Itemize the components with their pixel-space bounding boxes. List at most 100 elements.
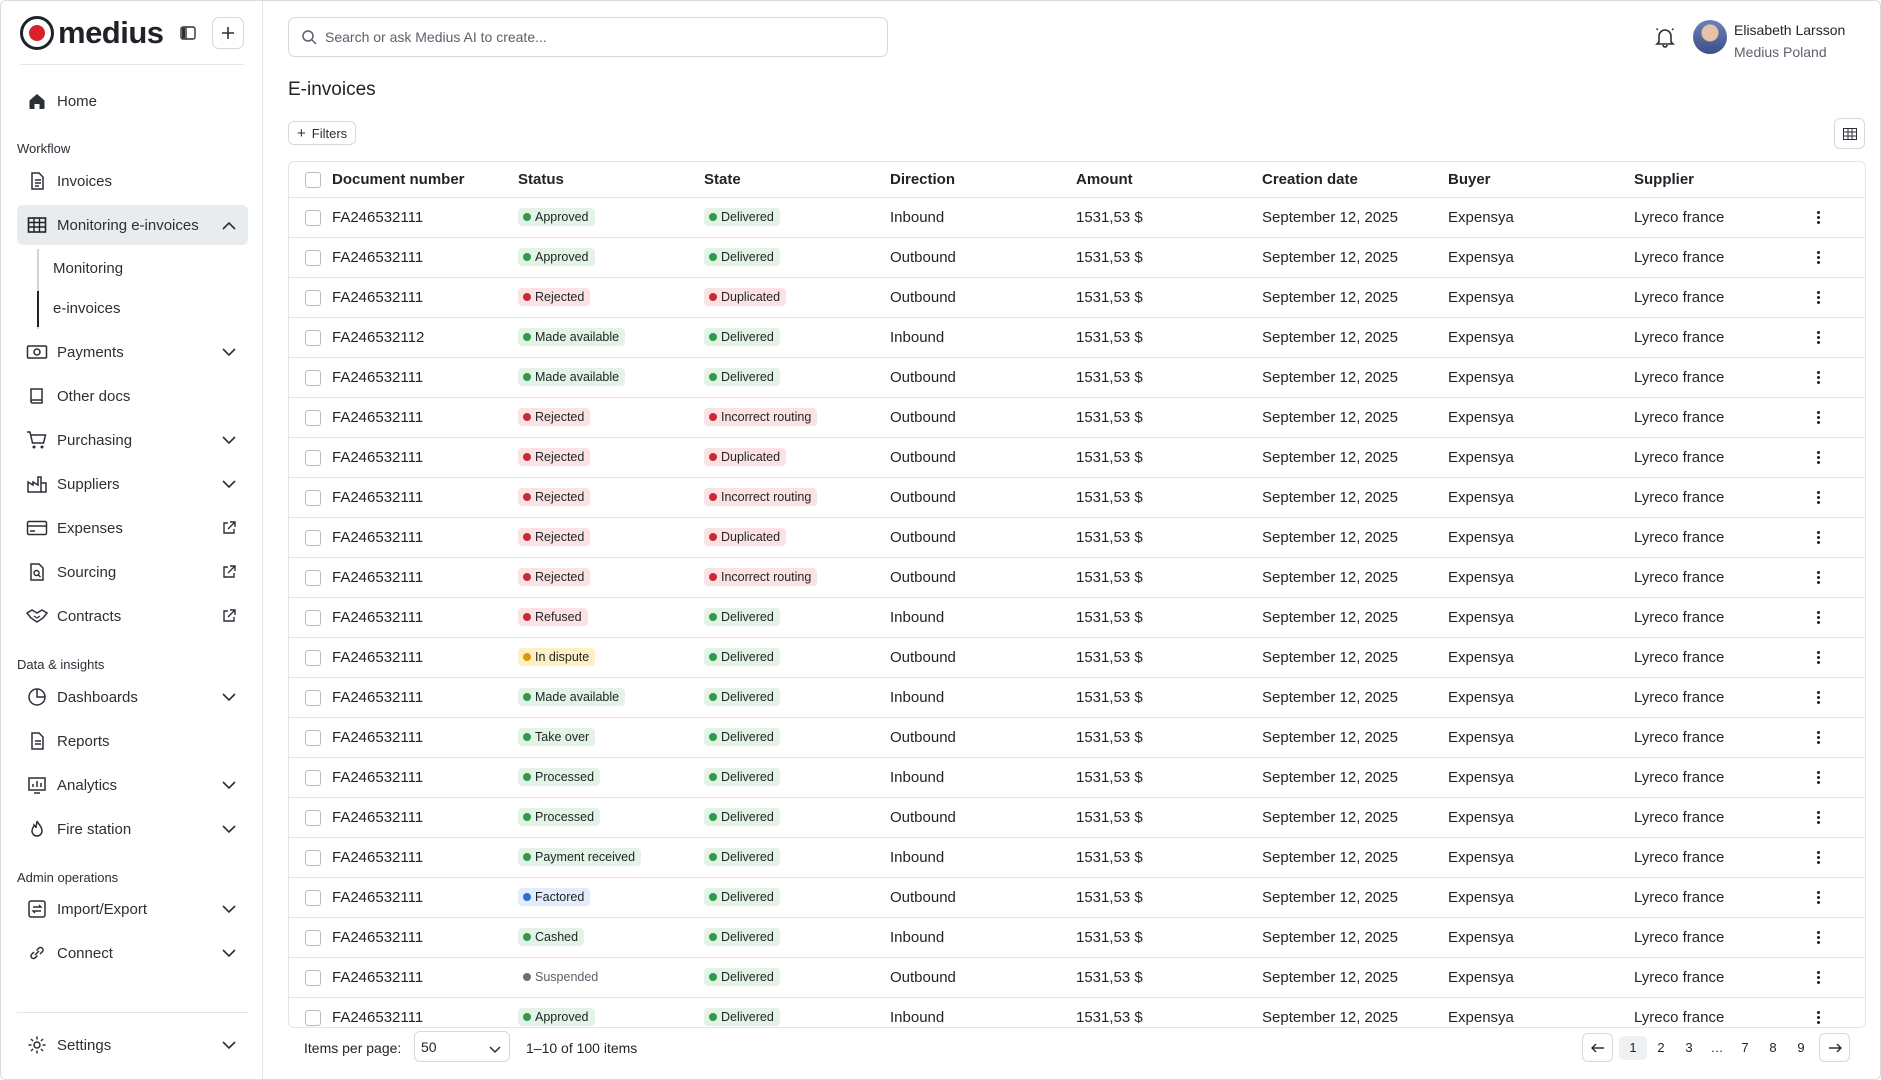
row-checkbox[interactable] bbox=[305, 849, 321, 866]
row-checkbox[interactable] bbox=[305, 529, 321, 546]
brand-logo[interactable]: medius bbox=[20, 15, 164, 51]
table-row[interactable]: FA246532111 Payment received Delivered Inbo… bbox=[289, 837, 1865, 878]
sidebar-item-sourcing[interactable]: Sourcing bbox=[17, 552, 248, 592]
filters-button[interactable]: + Filters bbox=[288, 121, 357, 145]
previous-page-button[interactable] bbox=[1582, 1033, 1613, 1062]
more-vertical-icon[interactable] bbox=[1810, 489, 1826, 505]
row-checkbox[interactable] bbox=[305, 369, 321, 386]
row-checkbox[interactable] bbox=[305, 649, 321, 666]
sidebar-item-contracts[interactable]: Contracts bbox=[17, 596, 248, 636]
row-checkbox[interactable] bbox=[305, 689, 321, 706]
sidebar-item-analytics[interactable]: Analytics bbox=[17, 765, 248, 805]
sidebar-item-invoices[interactable]: Invoices bbox=[17, 161, 248, 201]
more-vertical-icon[interactable] bbox=[1810, 969, 1826, 985]
more-vertical-icon[interactable] bbox=[1810, 769, 1826, 785]
sidebar-item-monitoring-e-invoices[interactable]: Monitoring e-invoices bbox=[17, 205, 248, 245]
table-row[interactable]: FA246532111 Rejected Incorrect routing Outb… bbox=[289, 557, 1865, 598]
table-row[interactable]: FA246532111 Refused Delivered Inbound 1531,5… bbox=[289, 597, 1865, 638]
page-button-2[interactable]: 2 bbox=[1647, 1036, 1675, 1060]
more-vertical-icon[interactable] bbox=[1810, 369, 1826, 385]
more-vertical-icon[interactable] bbox=[1810, 529, 1826, 545]
items-per-page-select[interactable]: 50 bbox=[414, 1031, 510, 1062]
more-vertical-icon[interactable] bbox=[1810, 209, 1826, 225]
column-header-supplier[interactable]: Supplier bbox=[1634, 162, 1810, 198]
sidebar-item-other-docs[interactable]: Other docs bbox=[17, 376, 248, 416]
table-row[interactable]: FA246532111 Processed Delivered Outbound 153… bbox=[289, 797, 1865, 838]
more-vertical-icon[interactable] bbox=[1810, 569, 1826, 585]
row-checkbox[interactable] bbox=[305, 809, 321, 826]
select-all-checkbox[interactable] bbox=[305, 171, 321, 188]
sidebar-subitem-e-invoices[interactable]: e-invoices bbox=[53, 300, 121, 317]
row-checkbox[interactable] bbox=[305, 449, 321, 466]
column-header-direction[interactable]: Direction bbox=[890, 162, 1076, 198]
column-header-status[interactable]: Status bbox=[518, 162, 704, 198]
table-row[interactable]: FA246532111 In dispute Delivered Outbound 15… bbox=[289, 637, 1865, 678]
table-row[interactable]: FA246532111 Approved Delivered Outbound 1531… bbox=[289, 237, 1865, 278]
more-vertical-icon[interactable] bbox=[1810, 449, 1826, 465]
row-checkbox[interactable] bbox=[305, 249, 321, 266]
column-header-state[interactable]: State bbox=[704, 162, 890, 198]
sidebar-toggle-icon[interactable] bbox=[177, 22, 199, 44]
more-vertical-icon[interactable] bbox=[1810, 849, 1826, 865]
row-checkbox[interactable] bbox=[305, 929, 321, 946]
sidebar-item-expenses[interactable]: Expenses bbox=[17, 508, 248, 548]
sidebar-item-settings[interactable]: Settings bbox=[17, 1025, 248, 1065]
more-vertical-icon[interactable] bbox=[1810, 249, 1826, 265]
more-vertical-icon[interactable] bbox=[1810, 729, 1826, 745]
page-button-9[interactable]: 9 bbox=[1787, 1036, 1815, 1060]
avatar[interactable] bbox=[1693, 20, 1727, 54]
row-checkbox[interactable] bbox=[305, 489, 321, 506]
column-header-creation-date[interactable]: Creation date bbox=[1262, 162, 1448, 198]
table-row[interactable]: FA246532111 Rejected Duplicated Outbound 153… bbox=[289, 437, 1865, 478]
table-row[interactable]: FA246532111 Suspended Delivered Outbound 153… bbox=[289, 957, 1865, 998]
table-row[interactable]: FA246532111 Rejected Incorrect routing Outb… bbox=[289, 477, 1865, 518]
table-row[interactable]: FA246532111 Made available Delivered Outbou… bbox=[289, 357, 1865, 398]
next-page-button[interactable] bbox=[1819, 1033, 1850, 1062]
column-header-document-number[interactable]: Document number bbox=[332, 162, 518, 198]
table-row[interactable]: FA246532111 Rejected Duplicated Outbound 153… bbox=[289, 517, 1865, 558]
more-vertical-icon[interactable] bbox=[1810, 1009, 1826, 1025]
sidebar-item-payments[interactable]: Payments bbox=[17, 332, 248, 372]
table-row[interactable]: FA246532111 Cashed Delivered Inbound 1531,53… bbox=[289, 917, 1865, 958]
sidebar-item-connect[interactable]: Connect bbox=[17, 933, 248, 973]
table-row[interactable]: FA246532111 Rejected Duplicated Outbound 153… bbox=[289, 277, 1865, 318]
table-row[interactable]: FA246532111 Approved Delivered Inbound 1531,… bbox=[289, 997, 1865, 1027]
sidebar-subitem-monitoring[interactable]: Monitoring bbox=[53, 260, 123, 277]
table-row[interactable]: FA246532111 Factored Delivered Outbound 1531… bbox=[289, 877, 1865, 918]
page-button-7[interactable]: 7 bbox=[1731, 1036, 1759, 1060]
more-vertical-icon[interactable] bbox=[1810, 609, 1826, 625]
sidebar-item-suppliers[interactable]: Suppliers bbox=[17, 464, 248, 504]
sidebar-item-import-export[interactable]: Import/Export bbox=[17, 889, 248, 929]
column-header-buyer[interactable]: Buyer bbox=[1448, 162, 1634, 198]
row-checkbox[interactable] bbox=[305, 729, 321, 746]
table-row[interactable]: FA246532111 Rejected Incorrect routing Outb… bbox=[289, 397, 1865, 438]
user-name[interactable]: Elisabeth Larsson bbox=[1734, 22, 1845, 38]
table-row[interactable]: FA246532111 Processed Delivered Inbound 1531… bbox=[289, 757, 1865, 798]
row-checkbox[interactable] bbox=[305, 769, 321, 786]
more-vertical-icon[interactable] bbox=[1810, 649, 1826, 665]
notification-bell-icon[interactable] bbox=[1653, 25, 1677, 49]
search-input[interactable] bbox=[325, 29, 865, 45]
row-checkbox[interactable] bbox=[305, 569, 321, 586]
table-row[interactable]: FA246532111 Approved Delivered Inbound 1531,… bbox=[289, 197, 1865, 238]
page-button-3[interactable]: 3 bbox=[1675, 1036, 1703, 1060]
sidebar-item-dashboards[interactable]: Dashboards bbox=[17, 677, 248, 717]
row-checkbox[interactable] bbox=[305, 889, 321, 906]
row-checkbox[interactable] bbox=[305, 1009, 321, 1026]
column-settings-button[interactable] bbox=[1834, 118, 1865, 149]
sidebar-item-fire-station[interactable]: Fire station bbox=[17, 809, 248, 849]
page-button-8[interactable]: 8 bbox=[1759, 1036, 1787, 1060]
more-vertical-icon[interactable] bbox=[1810, 929, 1826, 945]
row-checkbox[interactable] bbox=[305, 969, 321, 986]
row-checkbox[interactable] bbox=[305, 289, 321, 306]
row-checkbox[interactable] bbox=[305, 409, 321, 426]
page-button-1[interactable]: 1 bbox=[1619, 1035, 1647, 1060]
more-vertical-icon[interactable] bbox=[1810, 409, 1826, 425]
table-row[interactable]: FA246532112 Made available Delivered Inboun… bbox=[289, 317, 1865, 358]
row-checkbox[interactable] bbox=[305, 209, 321, 226]
more-vertical-icon[interactable] bbox=[1810, 289, 1826, 305]
row-checkbox[interactable] bbox=[305, 609, 321, 626]
column-header-amount[interactable]: Amount bbox=[1076, 162, 1262, 198]
row-checkbox[interactable] bbox=[305, 329, 321, 346]
table-row[interactable]: FA246532111 Take over Delivered Outbound 153… bbox=[289, 717, 1865, 758]
